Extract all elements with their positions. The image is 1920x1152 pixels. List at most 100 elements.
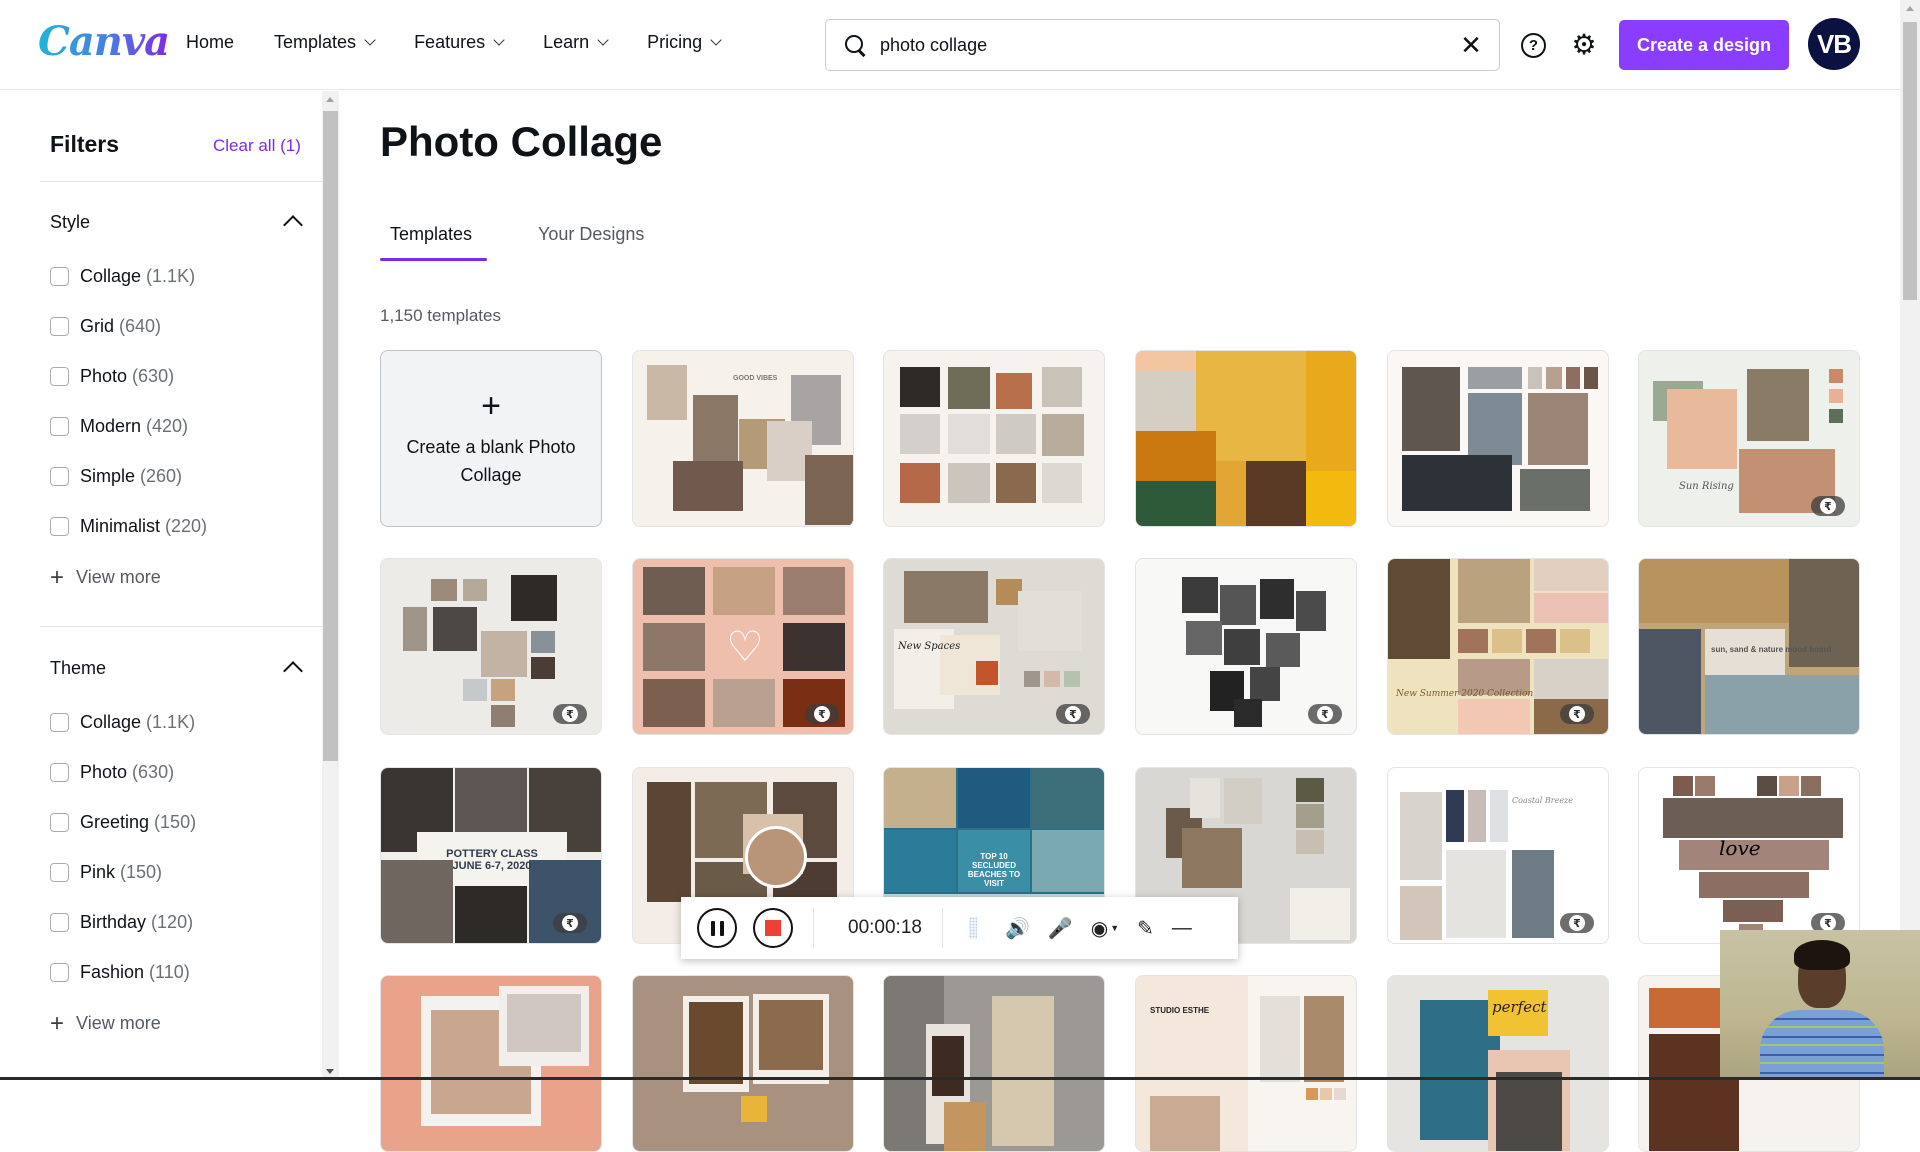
template-thumbnail-photo (531, 657, 555, 679)
clear-all-link[interactable]: Clear all (1) (213, 136, 301, 156)
nav-templates[interactable]: Templates (274, 32, 376, 53)
close-icon[interactable]: ✕ (1451, 25, 1491, 65)
template-card[interactable]: New Spaces ₹ (883, 558, 1105, 735)
rupee-icon: ₹ (1820, 498, 1836, 514)
template-card[interactable]: Sun Rising ₹ (1638, 350, 1860, 527)
option-count: (110) (149, 962, 190, 982)
template-card[interactable] (380, 975, 602, 1152)
checkbox[interactable] (50, 267, 69, 286)
view-more-theme-button[interactable]: + View more (50, 1011, 161, 1035)
sidebar-scrollbar-thumb[interactable] (323, 111, 338, 761)
template-thumbnail-photo (884, 830, 956, 892)
template-card[interactable]: sun, sand & nature mood board (1638, 558, 1860, 735)
template-thumbnail-photo (1150, 1096, 1220, 1151)
checkbox[interactable] (50, 813, 69, 832)
checkbox[interactable] (50, 367, 69, 386)
option-count: (1.1K) (146, 712, 196, 732)
page-scrollbar-thumb[interactable] (1903, 22, 1917, 300)
template-thumbnail-photo (1446, 850, 1506, 938)
option-count: (1.1K) (146, 266, 196, 286)
chevron-up-icon[interactable] (283, 215, 303, 235)
template-card[interactable]: ₹ (380, 558, 602, 735)
scroll-up-arrow-icon[interactable] (326, 97, 334, 102)
tab-your-designs[interactable]: Your Designs (538, 224, 644, 245)
chevron-up-icon[interactable] (283, 661, 303, 681)
pause-recording-button[interactable] (697, 908, 737, 948)
page-scrollbar[interactable] (1900, 0, 1920, 1080)
template-card[interactable]: ₹ (1135, 558, 1357, 735)
template-thumbnail-photo (1182, 828, 1242, 888)
checkbox[interactable] (50, 317, 69, 336)
help-icon[interactable]: ? (1521, 33, 1546, 58)
checkbox[interactable] (50, 517, 69, 536)
nav-features[interactable]: Features (414, 32, 505, 53)
tab-templates[interactable]: Templates (390, 224, 472, 245)
template-thumbnail-photo (1306, 351, 1356, 471)
template-card[interactable]: New Summer 2020 Collection ₹ (1387, 558, 1609, 735)
filter-option[interactable]: Photo (630) (50, 762, 174, 783)
template-card[interactable] (883, 350, 1105, 527)
portrait-circle (745, 826, 807, 888)
template-card[interactable] (1387, 350, 1609, 527)
checkbox[interactable] (50, 863, 69, 882)
template-card[interactable]: STUDIO ESTHE (1135, 975, 1357, 1152)
filter-option[interactable]: Collage (1.1K) (50, 266, 195, 287)
screen-recorder-toolbar: 00:00:18 🔊 🎤 ◉ ▼ ✎ — (681, 897, 1238, 959)
filter-option[interactable]: Fashion (110) (50, 962, 190, 983)
gear-icon[interactable]: ⚙ (1570, 31, 1598, 59)
checkbox[interactable] (50, 467, 69, 486)
checkbox[interactable] (50, 913, 69, 932)
template-card[interactable]: ♡ ₹ (632, 558, 854, 735)
template-thumbnail-photo (944, 1102, 986, 1151)
filters-sidebar: Filters Clear all (1) Style Collage (1.1K… (0, 91, 322, 1080)
checkbox[interactable] (50, 763, 69, 782)
template-card[interactable]: Coastal Breeze ₹ (1387, 767, 1609, 944)
webcam-icon[interactable]: ◉ ▼ (1091, 916, 1119, 941)
minimize-icon[interactable]: — (1172, 917, 1192, 940)
scroll-up-arrow-icon[interactable] (1906, 6, 1914, 11)
search-input[interactable] (880, 34, 1451, 56)
filter-option[interactable]: Modern (420) (50, 416, 188, 437)
filter-option[interactable]: Birthday (120) (50, 912, 193, 933)
filter-option[interactable]: Collage (1.1K) (50, 712, 195, 733)
create-design-button[interactable]: Create a design (1619, 20, 1789, 70)
filter-option[interactable]: Grid (640) (50, 316, 161, 337)
plus-icon: + (481, 386, 501, 425)
filter-option[interactable]: Greeting (150) (50, 812, 196, 833)
checkbox[interactable] (50, 963, 69, 982)
template-card[interactable]: POTTERY CLASS JUNE 6-7, 2020 ₹ (380, 767, 602, 944)
rupee-icon: ₹ (1569, 915, 1585, 931)
template-card[interactable] (1135, 350, 1357, 527)
scroll-down-arrow-icon[interactable] (326, 1069, 334, 1074)
checkbox[interactable] (50, 417, 69, 436)
filter-option[interactable]: Photo (630) (50, 366, 174, 387)
pen-icon[interactable]: ✎ (1137, 916, 1154, 941)
template-card[interactable]: GOOD VIBES (632, 350, 854, 527)
search-icon[interactable] (844, 34, 866, 56)
view-more-style-button[interactable]: + View more (50, 565, 161, 589)
stop-recording-button[interactable] (753, 908, 793, 948)
filter-option[interactable]: Simple (260) (50, 466, 182, 487)
microphone-icon[interactable]: 🎤 (1048, 916, 1073, 941)
filter-option[interactable]: Pink (150) (50, 862, 162, 883)
template-card[interactable]: perfect (1387, 975, 1609, 1152)
create-blank-card[interactable]: + Create a blank Photo Collage (380, 350, 602, 527)
template-card[interactable]: love ₹ (1638, 767, 1860, 944)
checkbox[interactable] (50, 713, 69, 732)
speaker-icon[interactable]: 🔊 (1005, 916, 1030, 941)
sidebar-scrollbar[interactable] (322, 91, 339, 1080)
canva-logo[interactable]: Canva (38, 18, 170, 65)
nav-learn[interactable]: Learn (543, 32, 609, 53)
template-thumbnail-photo (647, 782, 691, 902)
drag-handle[interactable] (968, 917, 977, 939)
template-card[interactable] (632, 975, 854, 1152)
template-thumbnail-photo (1723, 900, 1783, 922)
nav-templates-label: Templates (274, 32, 357, 52)
template-thumbnail-photo (431, 579, 457, 601)
filter-option[interactable]: Minimalist (220) (50, 516, 207, 537)
avatar[interactable]: VB (1808, 18, 1860, 70)
nav-home[interactable]: Home (186, 32, 234, 53)
nav-pricing[interactable]: Pricing (647, 32, 722, 53)
template-card[interactable] (883, 975, 1105, 1152)
option-count: (630) (132, 366, 175, 386)
